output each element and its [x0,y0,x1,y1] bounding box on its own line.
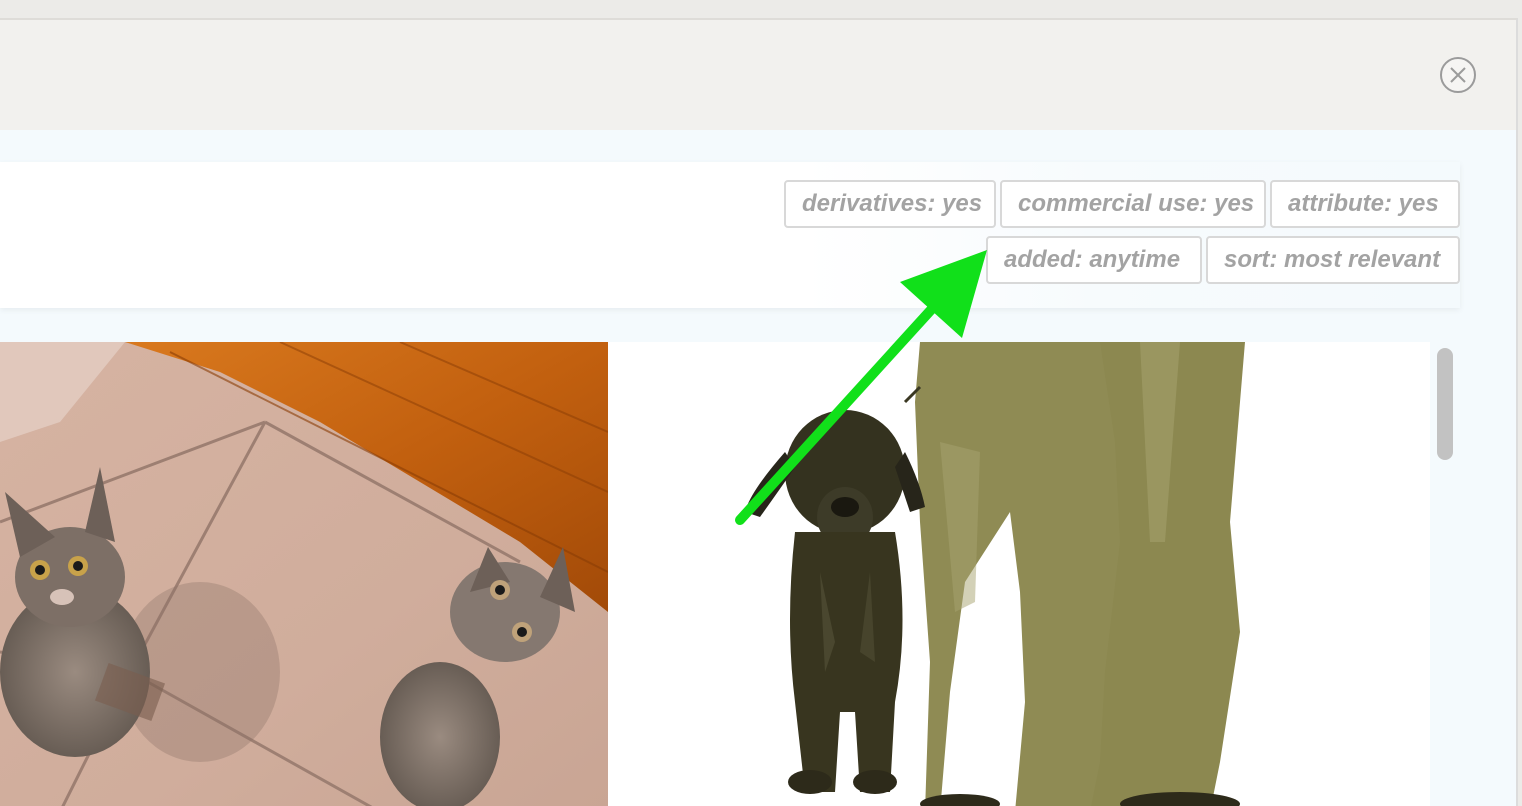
filter-commercial-use[interactable]: commercial use: yes [1000,180,1266,228]
image-search-modal: derivatives: yes commercial use: yes att… [0,18,1518,806]
filter-attribute[interactable]: attribute: yes [1270,180,1460,228]
image-results-grid [0,342,1430,806]
result-image-dog[interactable] [620,342,1430,806]
kittens-photo [0,342,608,806]
close-icon [1450,67,1466,83]
browser-top-strip [0,0,1522,20]
modal-header [0,20,1516,130]
filter-derivatives[interactable]: derivatives: yes [784,180,996,228]
dog-photo [620,342,1430,806]
search-filter-panel: derivatives: yes commercial use: yes att… [0,162,1460,308]
results-scrollbar-thumb[interactable] [1437,348,1453,460]
result-image-kittens[interactable] [0,342,608,806]
close-button[interactable] [1440,57,1476,93]
filter-added[interactable]: added: anytime [986,236,1202,284]
filter-sort[interactable]: sort: most relevant [1206,236,1460,284]
